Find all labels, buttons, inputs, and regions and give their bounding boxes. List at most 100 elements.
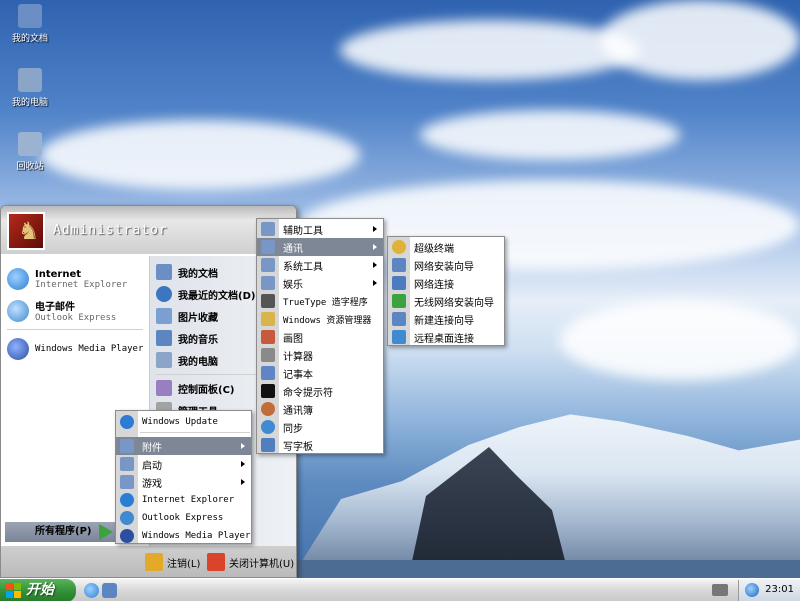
folder-icon	[120, 439, 134, 453]
windows-logo-icon	[6, 583, 21, 598]
menu-item-command-prompt[interactable]: 命令提示符	[257, 382, 383, 400]
communications-menu: 超级终端 网络安装向导 网络连接 无线网络安装向导 新建连接向导 远程桌面连接	[387, 236, 505, 346]
menu-item-label: Windows 资源管理器	[283, 315, 372, 326]
pinned-email[interactable]: 电子邮件 Outlook Express	[7, 298, 116, 323]
network-wizard-icon	[392, 258, 406, 272]
menu-item-accessories[interactable]: 附件	[116, 437, 251, 455]
accessories-menu: 辅助工具 通讯 系统工具 娱乐 TrueType 造字程序 Windows 资源…	[256, 218, 384, 454]
menu-item-windows-update[interactable]: Windows Update	[116, 413, 251, 431]
menu-item-label: 超级终端	[414, 243, 454, 255]
menu-item-wireless-setup-wizard[interactable]: 无线网络安装向导	[388, 292, 504, 310]
my-computer-icon	[18, 68, 42, 92]
menu-item-label: 无线网络安装向导	[414, 297, 494, 309]
menu-item-address-book[interactable]: 通讯簿	[257, 400, 383, 418]
menu-item-new-connection-wizard[interactable]: 新建连接向导	[388, 310, 504, 328]
menu-item-outlook-express[interactable]: Outlook Express	[116, 509, 251, 527]
recent-title: Windows Media Player	[35, 344, 144, 354]
menu-item-label: Windows Update	[142, 417, 218, 427]
menu-item-paint[interactable]: 画图	[257, 328, 383, 346]
user-name: Administrator	[53, 223, 168, 238]
quicklaunch-show-desktop-icon[interactable]	[102, 583, 117, 598]
key-icon	[145, 553, 163, 571]
menu-item-internet-explorer[interactable]: Internet Explorer	[116, 491, 251, 509]
menu-item-network-connections[interactable]: 网络连接	[388, 274, 504, 292]
right-item-label: 我的音乐	[178, 334, 218, 346]
menu-item-communications[interactable]: 通讯	[257, 238, 383, 256]
menu-item-wordpad[interactable]: 写字板	[257, 436, 383, 454]
wireless-icon	[392, 294, 406, 308]
menu-item-label: 远程桌面连接	[414, 333, 474, 345]
start-button[interactable]: 开始	[0, 579, 76, 601]
menu-item-synchronize[interactable]: 同步	[257, 418, 383, 436]
separator	[7, 329, 143, 330]
shutdown-button[interactable]: 关闭计算机(U)	[207, 553, 294, 571]
menu-item-label: 新建连接向导	[414, 315, 474, 327]
menu-item-games[interactable]: 游戏	[116, 473, 251, 491]
menu-item-label: 同步	[283, 423, 303, 435]
menu-item-label: Internet Explorer	[142, 495, 235, 505]
menu-item-entertainment[interactable]: 娱乐	[257, 274, 383, 292]
right-item-music[interactable]: 我的音乐	[156, 330, 218, 346]
menu-item-remote-desktop[interactable]: 远程桌面连接	[388, 328, 504, 346]
menu-item-network-setup-wizard[interactable]: 网络安装向导	[388, 256, 504, 274]
recent-documents-icon	[156, 286, 172, 302]
printer-icon[interactable]	[712, 584, 728, 596]
folder-icon	[156, 264, 172, 280]
internet-explorer-icon	[120, 493, 134, 507]
folder-icon	[261, 240, 275, 254]
internet-explorer-icon	[7, 268, 29, 290]
menu-item-label: 娱乐	[283, 279, 303, 291]
menu-item-system-tools[interactable]: 系统工具	[257, 256, 383, 274]
right-item-label: 图片收藏	[178, 312, 218, 324]
desktop-icon-my-computer[interactable]: 我的电脑	[0, 68, 60, 108]
menu-item-label: 系统工具	[283, 261, 323, 273]
user-avatar[interactable]	[7, 212, 45, 250]
my-documents-icon	[18, 4, 42, 28]
desktop-icon-my-documents[interactable]: 我的文档	[0, 4, 60, 44]
logoff-button[interactable]: 注销(L)	[145, 553, 200, 571]
right-item-control-panel[interactable]: 控制面板(C)	[156, 380, 234, 396]
desktop-icon-recycle-bin[interactable]: 回收站	[0, 132, 60, 172]
right-item-my-documents[interactable]: 我的文档	[156, 264, 218, 280]
folder-icon	[261, 276, 275, 290]
shutdown-label: 关闭计算机(U)	[229, 558, 295, 570]
clock[interactable]: 23:01	[765, 584, 794, 595]
command-prompt-icon	[261, 384, 275, 398]
folder-icon	[120, 475, 134, 489]
right-item-recent-documents[interactable]: 我最近的文档(D)	[156, 286, 255, 302]
menu-item-hyperterminal[interactable]: 超级终端	[388, 238, 504, 256]
right-item-pictures[interactable]: 图片收藏	[156, 308, 218, 324]
network-status-icon[interactable]	[745, 583, 759, 597]
submenu-arrow-icon	[241, 443, 245, 449]
menu-item-notepad[interactable]: 记事本	[257, 364, 383, 382]
recent-windows-media-player[interactable]: Windows Media Player	[7, 338, 143, 360]
right-item-my-computer[interactable]: 我的电脑	[156, 352, 218, 368]
hyperterminal-icon	[392, 240, 406, 254]
menu-item-label: 通讯	[283, 243, 303, 255]
pinned-internet[interactable]: Internet Internet Explorer	[7, 268, 127, 290]
menu-item-label: Outlook Express	[142, 513, 224, 523]
address-book-icon	[261, 402, 275, 416]
all-programs-label: 所有程序(P)	[35, 526, 92, 537]
menu-item-startup[interactable]: 启动	[116, 455, 251, 473]
menu-item-explorer[interactable]: Windows 资源管理器	[257, 310, 383, 328]
menu-item-calculator[interactable]: 计算器	[257, 346, 383, 364]
submenu-arrow-icon	[373, 262, 377, 268]
font-editor-icon	[261, 294, 275, 308]
remote-desktop-icon	[392, 330, 406, 344]
menu-item-accessibility[interactable]: 辅助工具	[257, 220, 383, 238]
quicklaunch-internet-explorer-icon[interactable]	[84, 583, 99, 598]
start-menu-footer: 注销(L) 关闭计算机(U)	[1, 546, 296, 577]
menu-item-windows-media-player[interactable]: Windows Media Player	[116, 527, 251, 545]
pinned-title: Internet	[35, 268, 82, 280]
submenu-arrow-icon	[241, 479, 245, 485]
wordpad-icon	[261, 438, 275, 452]
calculator-icon	[261, 348, 275, 362]
right-item-label: 我的电脑	[178, 356, 218, 368]
all-programs-button[interactable]: 所有程序(P)	[5, 522, 115, 542]
desktop-icon-label: 我的文档	[11, 34, 48, 44]
menu-item-label: 网络连接	[414, 279, 454, 291]
system-tray: 23:01	[738, 580, 800, 601]
music-icon	[156, 330, 172, 346]
menu-item-truetype-editor[interactable]: TrueType 造字程序	[257, 292, 383, 310]
